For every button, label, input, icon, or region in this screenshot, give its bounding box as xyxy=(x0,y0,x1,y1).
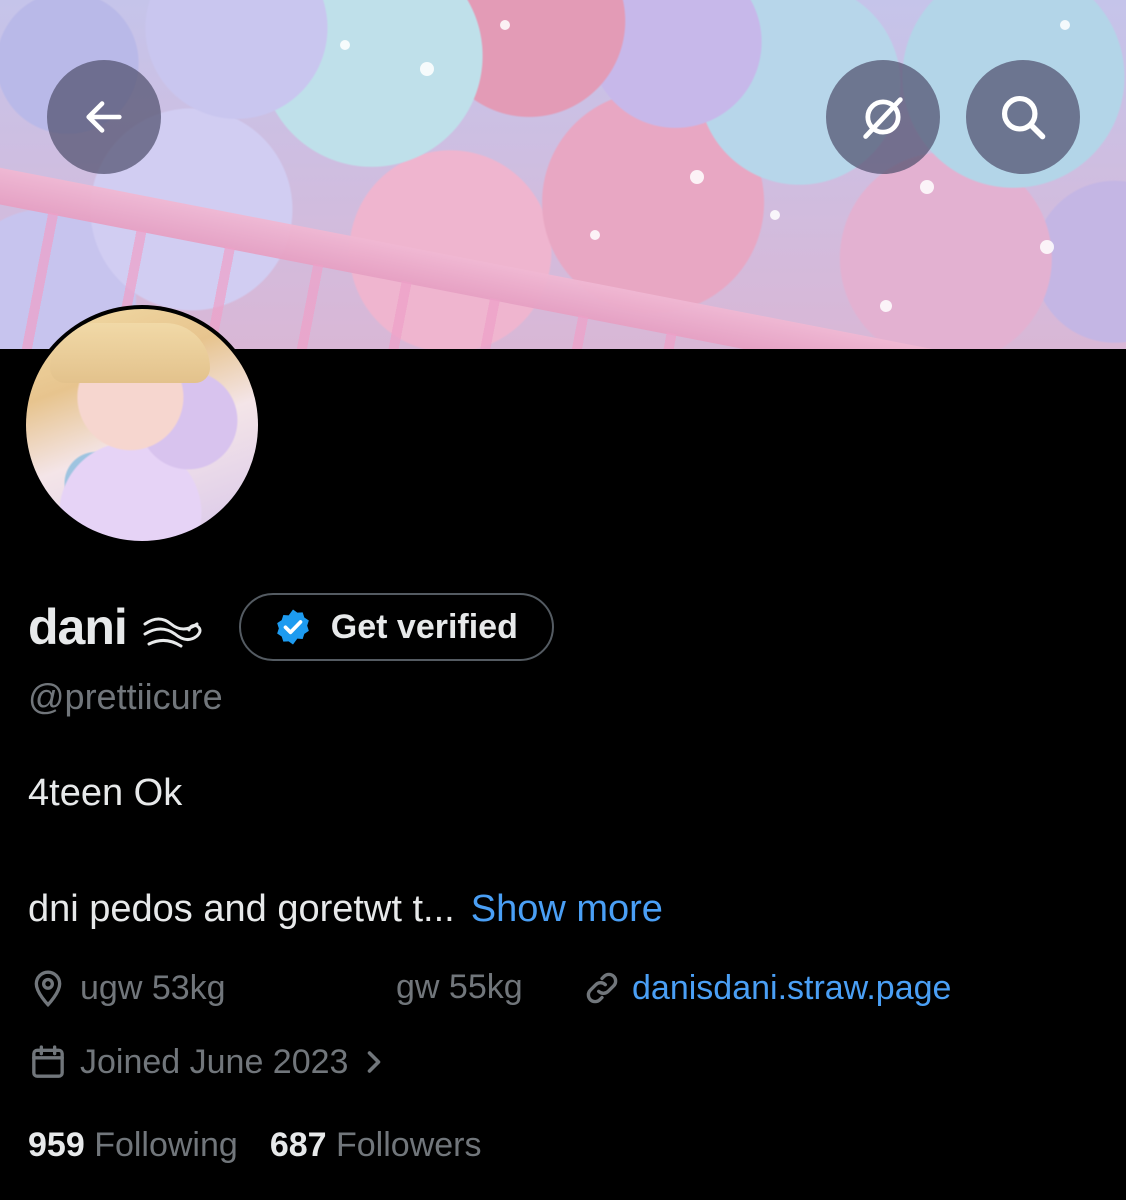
followers-label: Followers xyxy=(336,1126,482,1164)
following-count: 959 xyxy=(28,1126,85,1164)
grok-icon xyxy=(863,97,903,139)
back-button[interactable] xyxy=(47,60,161,174)
profile-handle: @prettiicure xyxy=(28,676,223,717)
get-verified-button[interactable]: Get verified xyxy=(238,593,554,661)
show-more-link[interactable]: Show more xyxy=(471,888,663,930)
avatar[interactable] xyxy=(22,305,262,545)
location-text: ugw 53kg xyxy=(80,968,226,1007)
website-link[interactable]: danisdani.straw.page xyxy=(632,969,951,1008)
avatar-image xyxy=(26,309,258,541)
link-icon xyxy=(586,972,618,1004)
chevron-right-icon xyxy=(368,1051,381,1073)
calendar-icon xyxy=(32,1045,64,1078)
bio-line-1: 4teen Ok xyxy=(28,772,183,814)
location-item: ugw 53kg xyxy=(28,968,226,1008)
arrow-left-icon xyxy=(86,101,122,133)
joined-item[interactable]: Joined June 2023 xyxy=(28,1042,388,1082)
grok-button[interactable] xyxy=(826,60,940,174)
get-verified-label: Get verified xyxy=(330,607,518,646)
bio-line-2: dni pedos and goretwt t... Show more xyxy=(28,888,663,931)
followers-stat[interactable]: 687 Followers xyxy=(270,1126,482,1164)
search-icon xyxy=(1001,95,1046,140)
following-stat[interactable]: 959 Following xyxy=(28,1126,238,1164)
follow-stats: 959 Following 687 Followers xyxy=(28,1126,481,1165)
search-button[interactable] xyxy=(966,60,1080,174)
profile-banner[interactable] xyxy=(0,0,1126,349)
bio-line-2-text: dni pedos and goretwt t... xyxy=(28,888,455,930)
display-name: dani xyxy=(28,599,128,655)
following-label: Following xyxy=(94,1126,238,1164)
extra-info-item: gw 55kg xyxy=(396,968,523,1007)
profile-name-row: dani Get verified xyxy=(28,592,554,662)
wind-swirl-icon xyxy=(143,617,202,648)
verified-badge-icon xyxy=(276,609,309,645)
extra-info-text: gw 55kg xyxy=(396,968,523,1006)
followers-count: 687 xyxy=(269,1126,327,1164)
website-item[interactable]: danisdani.straw.page xyxy=(582,968,951,1008)
joined-text: Joined June 2023 xyxy=(80,1042,349,1081)
location-pin-icon xyxy=(34,970,62,1008)
